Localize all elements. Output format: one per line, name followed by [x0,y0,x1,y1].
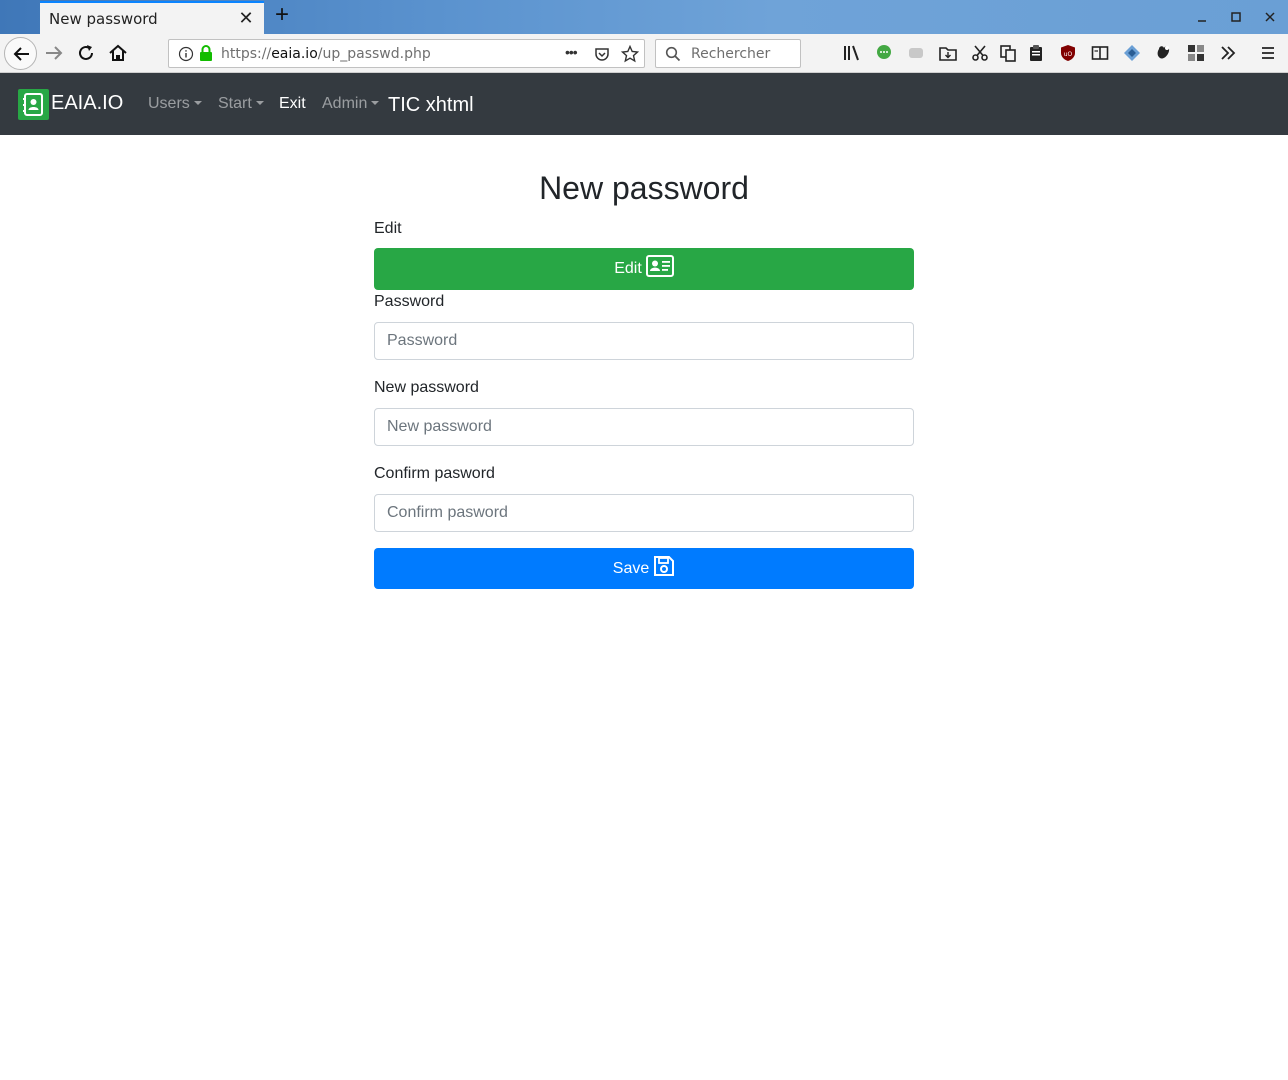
nav-users-label: Users [148,95,190,112]
nav-exit-link[interactable]: Exit [279,95,306,113]
page-title: New password [539,170,749,206]
password-input[interactable] [374,322,914,360]
new-password-input[interactable] [374,408,914,446]
clipboard-icon[interactable] [1027,44,1045,62]
search-icon [665,46,681,62]
password-label: Password [374,293,445,310]
maximize-window-icon[interactable] [1227,8,1245,26]
url-text: https://eaia.io/up_passwd.php [221,46,431,62]
page-actions-icon[interactable]: ••• [565,44,578,60]
nav-start-dropdown[interactable]: Start [218,95,264,113]
scissors-icon[interactable] [971,44,989,62]
confirm-password-input[interactable] [374,494,914,532]
reload-icon[interactable] [75,42,97,64]
address-book-logo-icon[interactable] [18,89,49,120]
lock-icon [200,45,212,61]
edit-button-label: Edit [614,260,642,277]
url-bar[interactable]: https://eaia.io/up_passwd.php ••• [168,39,645,68]
nav-page-title: TIC xhtml [388,94,474,116]
url-host: eaia.io [271,46,318,62]
search-placeholder: Rechercher [691,46,771,62]
save-button[interactable]: Save [374,548,914,589]
nav-admin-label: Admin [322,95,368,112]
url-prefix: https:// [221,46,272,62]
browser-tab[interactable]: New password ✕ [40,1,264,34]
edit-label: Edit [374,220,402,237]
apps-grid-icon[interactable] [1187,44,1205,62]
minimize-window-icon[interactable] [1193,8,1211,26]
library-icon[interactable] [843,44,861,62]
chat-extension-icon[interactable] [875,44,893,62]
brand-name[interactable]: EAIA.IO [51,92,123,115]
url-path: /up_passwd.php [317,46,431,62]
browser-tab-bar: New password ✕ + [0,0,1288,34]
nav-start-label: Start [218,95,252,112]
ublock-icon[interactable]: uO [1059,44,1077,62]
tab-title: New password [49,9,158,28]
new-password-label: New password [374,379,479,396]
search-bar[interactable]: Rechercher [655,39,801,68]
gnome-extension-icon[interactable] [1155,44,1173,62]
bookmark-star-icon[interactable] [621,45,639,63]
site-navbar: EAIA.IO Users Start Exit Admin TIC xhtml [0,73,1288,135]
diamond-extension-icon[interactable] [1123,44,1141,62]
copy-icon[interactable] [999,44,1017,62]
caret-down-icon [193,101,202,105]
folder-download-icon[interactable] [939,44,957,62]
overflow-chevron-icon[interactable] [1219,44,1237,62]
extension-disabled-icon[interactable] [907,44,925,62]
browser-toolbar: https://eaia.io/up_passwd.php ••• Recher… [0,34,1288,73]
pocket-icon[interactable] [594,46,610,62]
caret-down-icon [255,101,264,105]
tab-close-icon[interactable]: ✕ [236,8,256,28]
home-icon[interactable] [107,42,129,64]
svg-text:uO: uO [1064,51,1073,58]
nav-users-dropdown[interactable]: Users [148,95,202,113]
new-tab-button[interactable]: + [270,3,294,28]
hamburger-menu-icon[interactable] [1259,44,1277,62]
reader-view-icon[interactable] [1091,44,1109,62]
forward-arrow-icon[interactable] [43,42,65,64]
save-button-label: Save [612,559,650,577]
info-icon[interactable] [178,46,194,62]
close-window-icon[interactable] [1261,8,1279,26]
back-button[interactable] [4,37,37,70]
confirm-password-label: Confirm pasword [374,465,495,482]
back-arrow-icon [13,47,29,61]
nav-admin-dropdown[interactable]: Admin [322,95,380,113]
floppy-disk-icon [654,555,675,576]
id-card-icon [645,255,674,277]
edit-button[interactable]: Edit [374,248,914,290]
caret-down-icon [371,101,380,105]
